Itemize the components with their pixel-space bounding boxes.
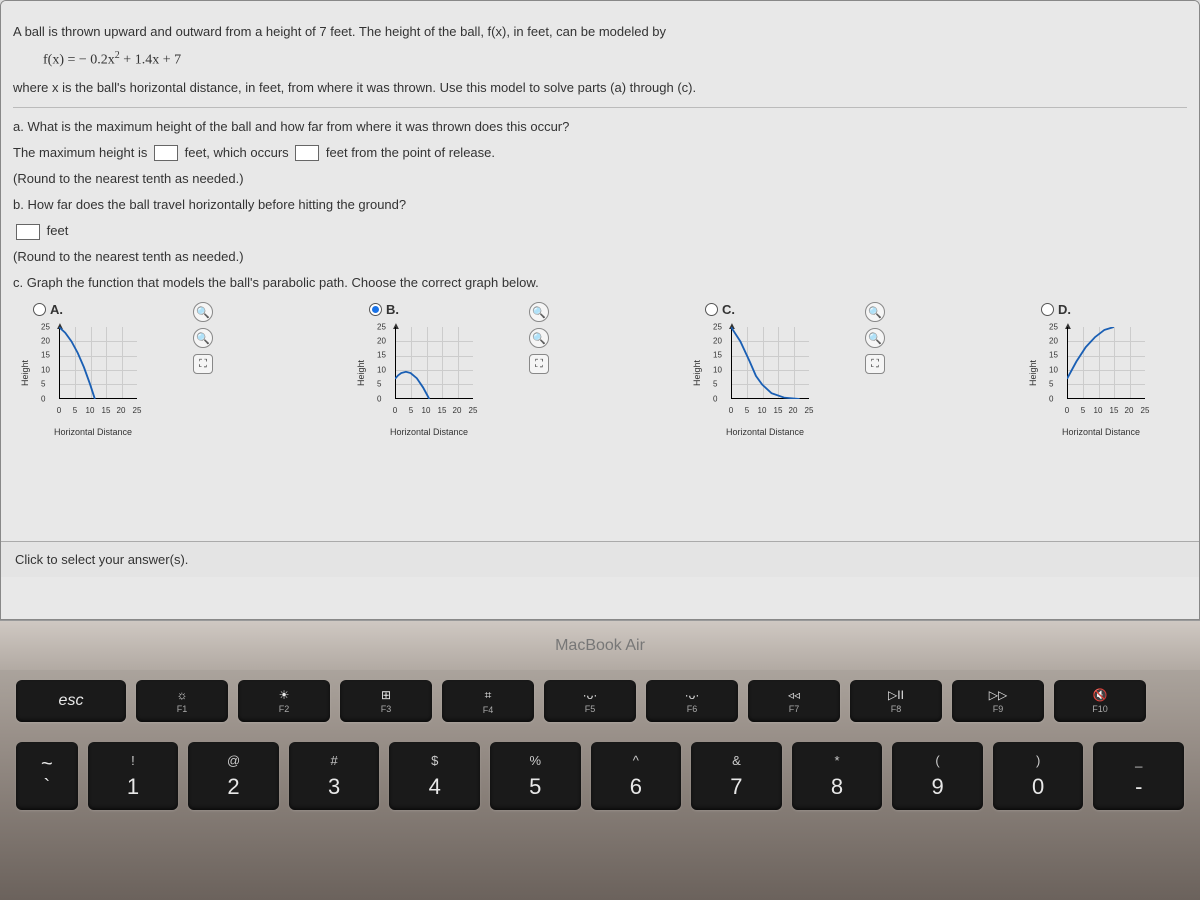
max-height-input[interactable] [154,145,178,161]
round-note-a: (Round to the nearest tenth as needed.) [13,168,1187,190]
number-key-row: ~` !1 @2 #3 $4 %5 ^6 &7 *8 (9 )0 _- [0,732,1200,820]
key-1: !1 [88,742,179,810]
key-6: ^6 [591,742,682,810]
key-3: #3 [289,742,380,810]
option-b-label: B. [386,302,399,317]
f2-key: ☀F2 [238,680,330,722]
f1-key: ☼F1 [136,680,228,722]
part-a: a. What is the maximum height of the bal… [13,116,1187,190]
horizontal-distance-input[interactable] [16,224,40,240]
zoom-out-icon[interactable]: 🔍 [193,328,213,348]
key-7: &7 [691,742,782,810]
key-4: $4 [389,742,480,810]
option-c-label: C. [722,302,735,317]
zoom-in-icon[interactable]: 🔍 [529,302,549,322]
option-a-label: A. [50,302,63,317]
part-a-question: a. What is the maximum height of the bal… [13,116,1187,138]
divider [13,107,1187,108]
key-0: )0 [993,742,1084,810]
part-c-question: c. Graph the function that models the ba… [13,272,1187,294]
part-b: b. How far does the ball travel horizont… [13,194,1187,268]
f6-key: ·ᴗ·F6 [646,680,738,722]
problem-text: A ball is thrown upward and outward from… [13,21,1187,99]
f8-key: ▷IIF8 [850,680,942,722]
formula: f(x) = − 0.2x2 + 1.4x + 7 [13,47,1187,72]
zoom-out-icon[interactable]: 🔍 [865,328,885,348]
graph-options-row: A. Height Horizontal Distance ▲ 25 20 1 [13,302,1187,423]
key-5: %5 [490,742,581,810]
laptop-hinge: MacBook Air [0,620,1200,670]
part-a-fill: The maximum height is feet, which occurs… [13,142,1187,164]
key-minus: _- [1093,742,1184,810]
chart-a: Height Horizontal Distance ▲ 25 20 15 10… [33,323,153,423]
zoom-out-icon[interactable]: 🔍 [529,328,549,348]
footer-instruction: Click to select your answer(s). [1,541,1199,577]
part-b-fill: feet [13,220,1187,242]
problem-screen: A ball is thrown upward and outward from… [0,0,1200,620]
f9-key: ▷▷F9 [952,680,1044,722]
zoom-in-icon[interactable]: 🔍 [865,302,885,322]
distance-input[interactable] [295,145,319,161]
laptop-brand: MacBook Air [555,637,645,655]
part-c: c. Graph the function that models the ba… [13,272,1187,294]
graph-option-d[interactable]: D. Height Horizontal Distance ▲ 25 20 1 [1041,302,1187,423]
intro-line-1: A ball is thrown upward and outward from… [13,21,1187,43]
f5-key: ·ᴗ·F5 [544,680,636,722]
tilde-key: ~` [16,742,78,810]
key-2: @2 [188,742,279,810]
radio-a[interactable] [33,303,46,316]
radio-c[interactable] [705,303,718,316]
zoom-in-icon[interactable]: 🔍 [193,302,213,322]
chart-b: Height Horizontal Distance ▲ 25 20 15 10… [369,323,489,423]
expand-icon[interactable]: ⛶ [865,354,885,374]
key-8: *8 [792,742,883,810]
graph-option-c[interactable]: C. Height Horizontal Distance ▲ 25 20 1 [705,302,851,423]
f10-key: 🔇F10 [1054,680,1146,722]
f7-key: ◃◃F7 [748,680,840,722]
graph-option-b[interactable]: B. Height Horizontal Distance ▲ 25 20 1 [369,302,515,423]
esc-key: esc [16,680,126,722]
round-note-b: (Round to the nearest tenth as needed.) [13,246,1187,268]
intro-line-2: where x is the ball's horizontal distanc… [13,77,1187,99]
f3-key: ⊞F3 [340,680,432,722]
expand-icon[interactable]: ⛶ [529,354,549,374]
chart-c: Height Horizontal Distance ▲ 25 20 15 10… [705,323,825,423]
part-b-question: b. How far does the ball travel horizont… [13,194,1187,216]
expand-icon[interactable]: ⛶ [193,354,213,374]
problem-content: A ball is thrown upward and outward from… [1,1,1199,541]
radio-d[interactable] [1041,303,1054,316]
f4-key: ⌗F4 [442,680,534,722]
laptop-keyboard: MacBook Air esc ☼F1 ☀F2 ⊞F3 ⌗F4 ·ᴗ·F5 ·ᴗ… [0,620,1200,900]
chart-d: Height Horizontal Distance ▲ 25 20 15 10… [1041,323,1161,423]
graph-option-a[interactable]: A. Height Horizontal Distance ▲ 25 20 1 [33,302,179,423]
option-d-label: D. [1058,302,1071,317]
radio-b[interactable] [369,303,382,316]
function-key-row: esc ☼F1 ☀F2 ⊞F3 ⌗F4 ·ᴗ·F5 ·ᴗ·F6 ◃◃F7 ▷II… [0,670,1200,732]
key-9: (9 [892,742,983,810]
